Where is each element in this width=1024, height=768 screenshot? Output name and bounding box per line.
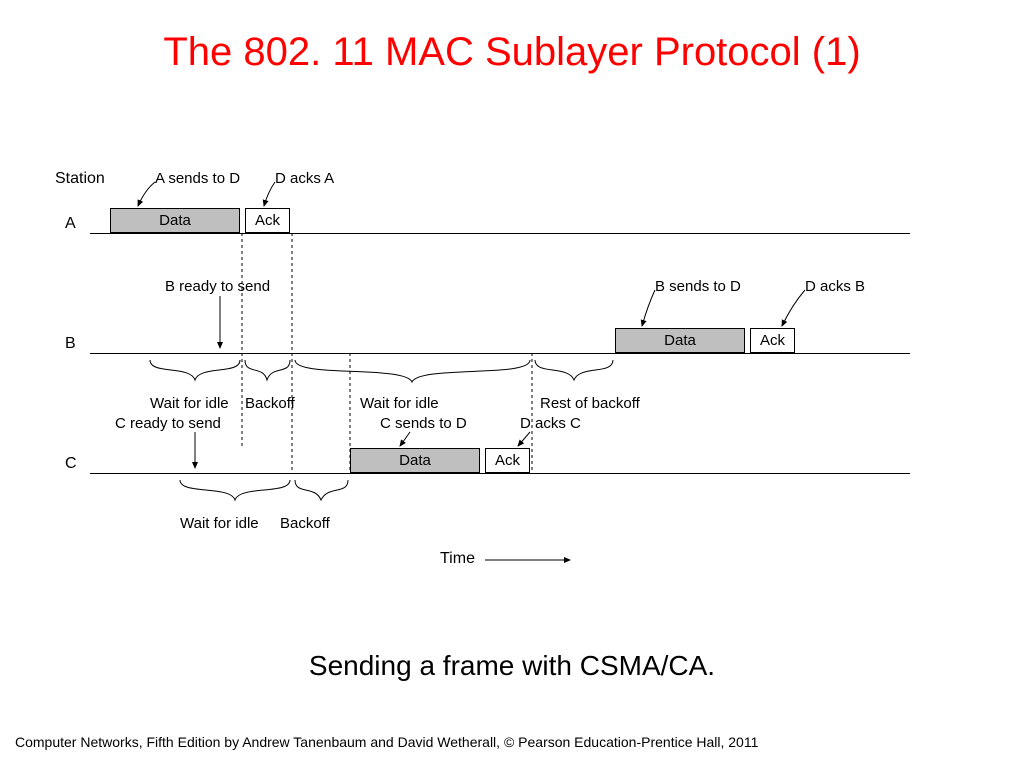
slide-caption: Sending a frame with CSMA/CA. — [0, 650, 1024, 682]
slide-title: The 802. 11 MAC Sublayer Protocol (1) — [60, 30, 964, 75]
diagram-arrows — [50, 170, 950, 590]
timing-diagram: Station A Data Ack B Data Ack C Data Ack… — [50, 170, 950, 590]
footer-text: Computer Networks, Fifth Edition by Andr… — [15, 734, 1009, 750]
